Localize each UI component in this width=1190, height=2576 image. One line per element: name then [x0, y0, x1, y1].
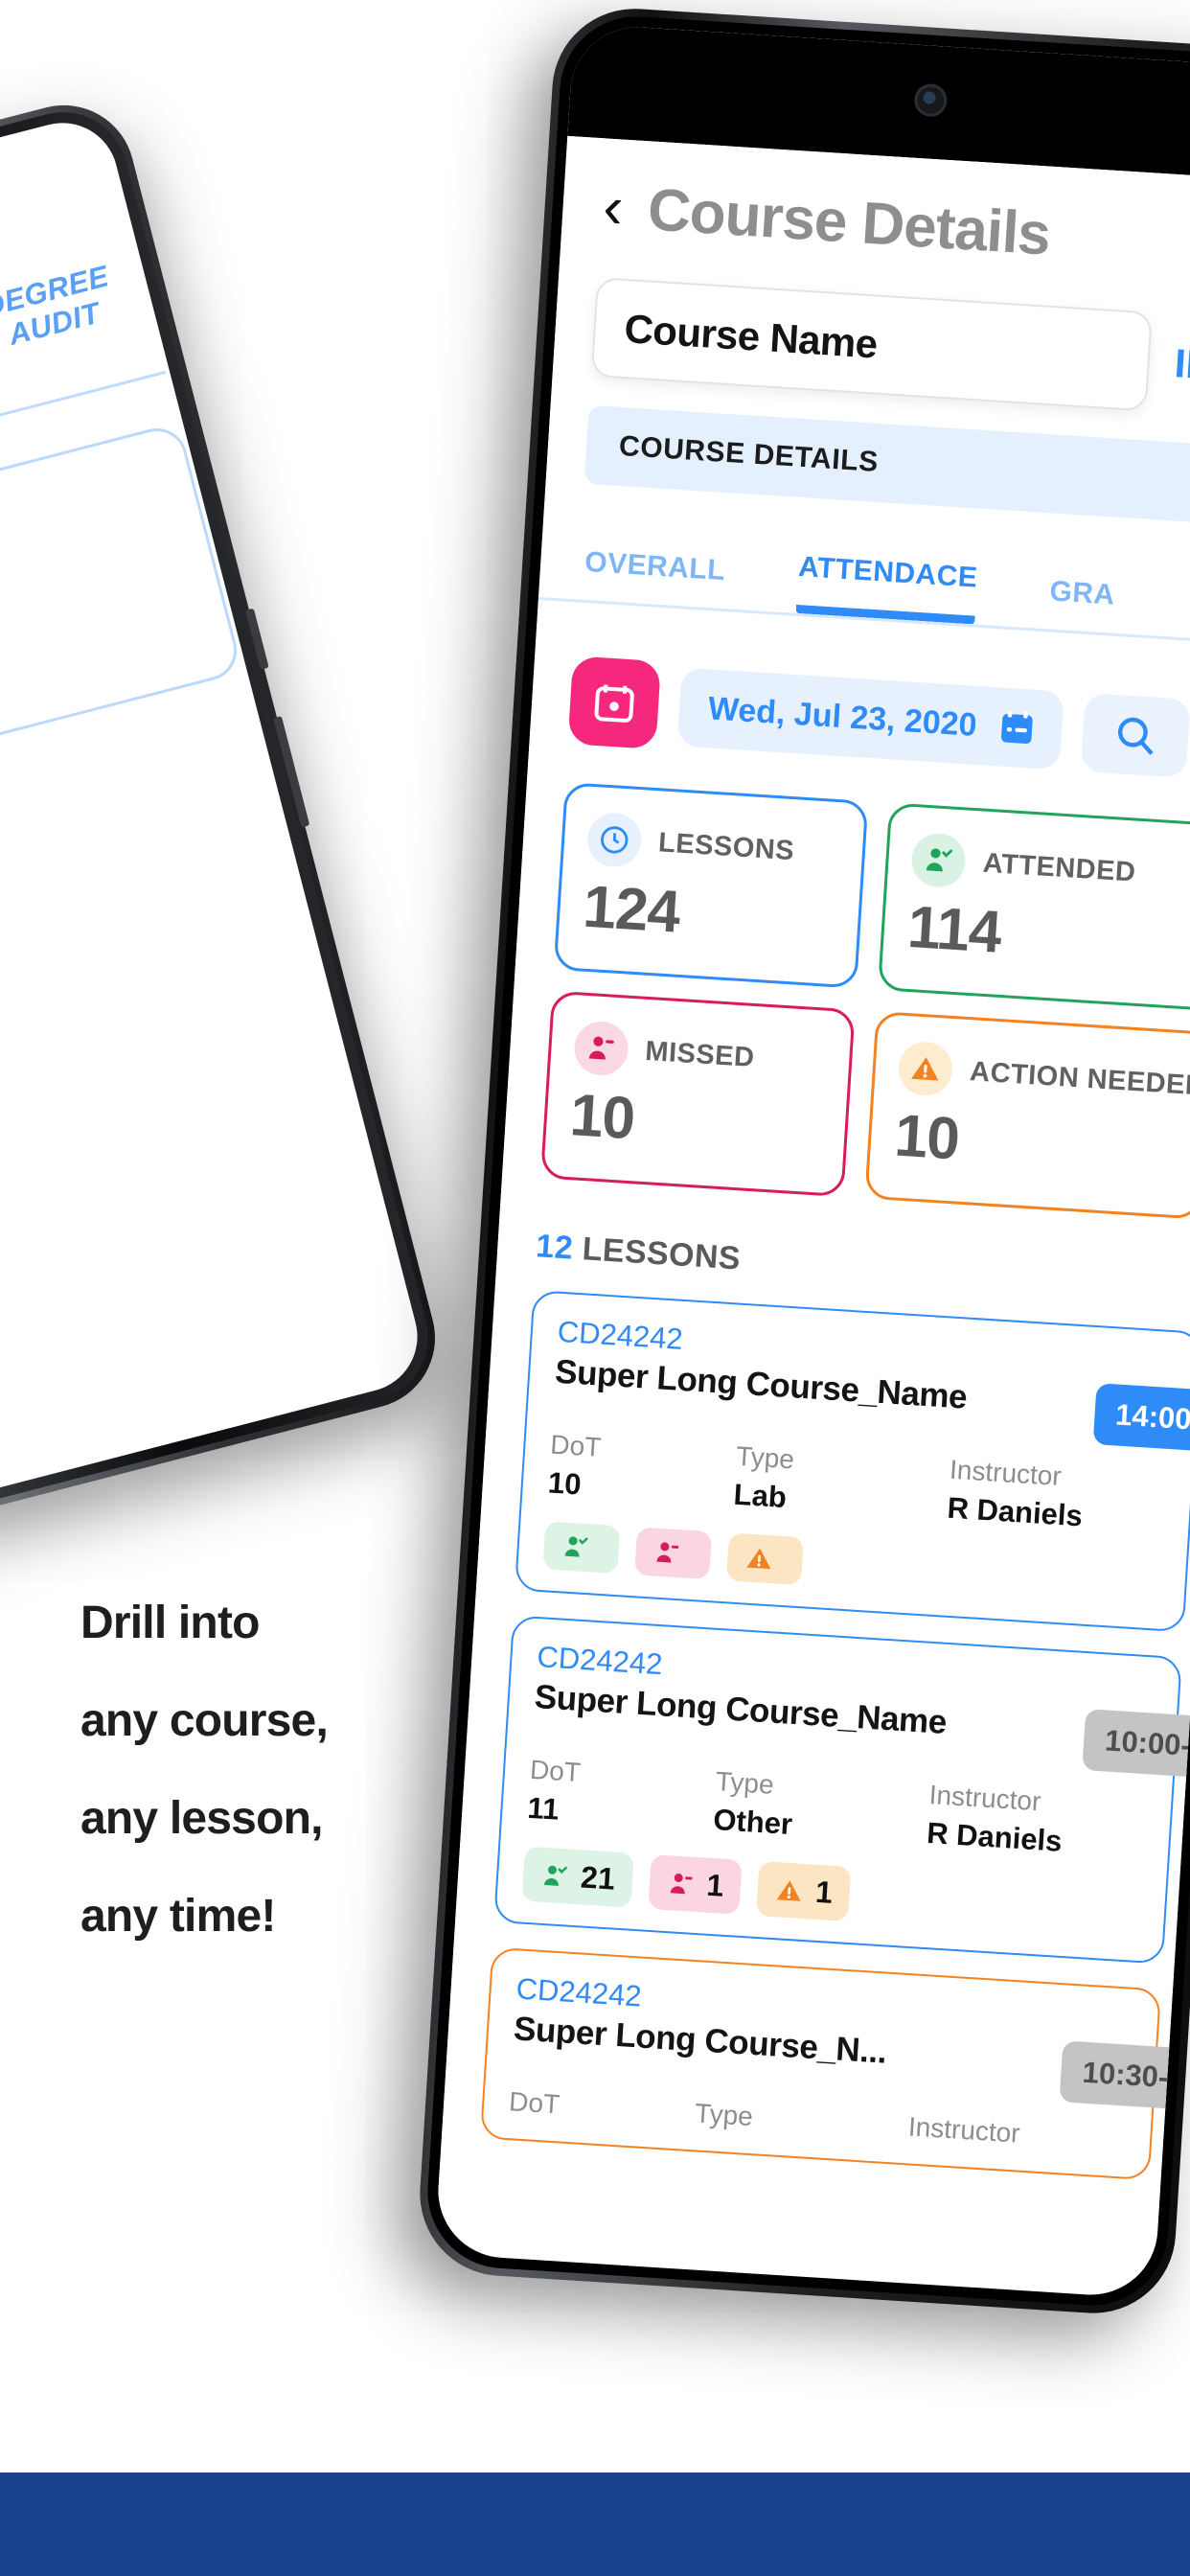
stat-card-lessons[interactable]: LESSONS 124 [553, 782, 869, 989]
tab-bar: OVERALL ATTENDACE GRA [538, 535, 1190, 642]
lesson-chip-action[interactable] [725, 1532, 804, 1586]
front-camera-icon [913, 82, 949, 118]
stat-card-action-needed[interactable]: ACTION NEEDED 10 [864, 1010, 1190, 1220]
clock-icon [585, 811, 643, 869]
copy-line-4: any time! [80, 1891, 276, 1942]
tab-attendance[interactable]: ATTENDACE [795, 550, 979, 625]
stat-value: 124 [581, 873, 682, 946]
lesson-dot-label: DoT [529, 1754, 582, 1788]
lesson-dot-value: 11 [526, 1790, 561, 1827]
date-value: Wed, Jul 23, 2020 [706, 689, 978, 744]
lesson-chip-action[interactable]: 1 [756, 1861, 852, 1921]
lessons-count: 12 [535, 1228, 575, 1267]
lesson-chip-row: 21 1 1 [521, 1846, 1166, 1942]
lesson-chip-missed[interactable] [634, 1527, 713, 1580]
copy-line-1: Drill into [80, 1598, 260, 1648]
lesson-type-label: Type [715, 1766, 775, 1800]
left-phone-screen: ACADEMIC PLANNING DEGREE AUDIT 21 ^ [0, 110, 430, 1522]
lesson-instructor-value: R Daniels [926, 1815, 1064, 1858]
lesson-dot-value: 10 [546, 1465, 583, 1502]
left-phone-tabs: ACADEMIC PLANNING DEGREE AUDIT [0, 251, 151, 449]
course-details-banner: COURSE DETAILS [584, 404, 1190, 527]
warning-icon [774, 1875, 805, 1906]
stats-grid: LESSONS 124 ATTENDED 114 MISSED 10 ACTIO… [539, 782, 1190, 1220]
lesson-time-badge: 14:00 - 15 [1092, 1383, 1190, 1456]
stat-label: MISSED [644, 1035, 756, 1073]
lesson-chip-count: 1 [814, 1874, 835, 1910]
left-phone-card-text: 21 [0, 425, 193, 619]
calendar-blue-icon [995, 706, 1039, 749]
user-minus-icon [666, 1869, 697, 1899]
user-check-icon [539, 1860, 570, 1891]
tab-overall[interactable]: OVERALL [583, 546, 726, 609]
stat-value: 10 [892, 1102, 961, 1173]
stat-card-attended[interactable]: ATTENDED 114 [878, 802, 1190, 1012]
date-picker[interactable]: Wed, Jul 23, 2020 [676, 667, 1064, 770]
main-phone-mockup: ‹ Course Details Course Name IMP COURSE … [415, 3, 1190, 2318]
tab-grades[interactable]: GRA [1047, 575, 1116, 632]
left-tab-degree-audit[interactable]: DEGREE AUDIT [0, 251, 151, 365]
course-name-field[interactable]: Course Name [590, 277, 1154, 412]
stat-label: ATTENDED [981, 847, 1137, 888]
lesson-list: CD24242 Super Long Course_Name 14:00 - 1… [479, 1290, 1190, 2181]
lesson-chip-missed[interactable]: 1 [647, 1853, 744, 1915]
search-button[interactable] [1080, 692, 1190, 778]
back-chevron-icon[interactable]: ‹ [602, 173, 626, 241]
user-minus-icon [572, 1020, 630, 1077]
lesson-dot-label: DoT [508, 2086, 561, 2120]
imp-button[interactable]: IMP [1149, 339, 1190, 391]
lesson-dot-label: DoT [549, 1429, 603, 1462]
promo-screenshot: ACADEMIC PLANNING DEGREE AUDIT 21 ^ Dril… [0, 0, 1190, 2576]
marketing-copy: Drill into any course, any lesson, any t… [80, 1600, 502, 1991]
warning-icon [744, 1543, 775, 1574]
stat-label: LESSONS [657, 826, 796, 866]
lesson-chip-attended[interactable]: 21 [521, 1846, 634, 1908]
user-minus-icon [652, 1537, 683, 1568]
course-details-banner-label: COURSE DETAILS [618, 429, 880, 478]
lesson-card[interactable]: CD24242 Super Long Course_Name 14:00 - 1… [514, 1290, 1190, 1633]
lesson-chip-count: 21 [580, 1859, 616, 1897]
lesson-chip-row [542, 1521, 1186, 1609]
lesson-type-value: Other [712, 1802, 794, 1842]
lesson-chip-attended[interactable] [542, 1521, 621, 1575]
stat-value: 10 [567, 1082, 637, 1153]
stat-value: 114 [905, 893, 1003, 966]
chevron-up-icon[interactable]: ^ [0, 741, 276, 930]
stat-card-missed[interactable]: MISSED 10 [539, 990, 857, 1198]
copy-line-2: any course, [80, 1695, 329, 1746]
date-filter-row: Wed, Jul 23, 2020 [567, 656, 1190, 787]
user-check-icon [910, 832, 968, 889]
user-check-icon [561, 1531, 591, 1562]
page-title: Course Details [646, 176, 1052, 268]
warning-icon [897, 1040, 955, 1098]
lesson-type-value: Lab [732, 1477, 788, 1515]
lesson-chip-count: 1 [705, 1867, 725, 1903]
lesson-card[interactable]: CD24242 Super Long Course_Name 10:00- 11… [493, 1615, 1190, 1965]
search-icon [1111, 711, 1160, 760]
lesson-type-label: Type [735, 1440, 795, 1475]
lesson-instructor-label: Instructor [907, 2111, 1021, 2149]
lessons-heading-label: LESSONS [571, 1230, 743, 1277]
left-phone-mockup: ACADEMIC PLANNING DEGREE AUDIT 21 ^ [0, 89, 451, 1543]
calendar-pink-icon[interactable] [567, 656, 662, 749]
lesson-card[interactable]: CD24242 Super Long Course_N... 10:30- 12… [479, 1946, 1190, 2181]
lesson-instructor-value: R Daniels [946, 1490, 1084, 1533]
app-content: ‹ Course Details Course Name IMP COURSE … [435, 135, 1190, 2280]
stat-label: ACTION NEEDED [969, 1055, 1190, 1102]
course-name-value: Course Name [623, 306, 879, 367]
copy-line-3: any lesson, [80, 1793, 323, 1844]
lesson-time-badge: 10:00- 11 [1082, 1709, 1190, 1781]
lesson-type-label: Type [694, 2098, 754, 2132]
